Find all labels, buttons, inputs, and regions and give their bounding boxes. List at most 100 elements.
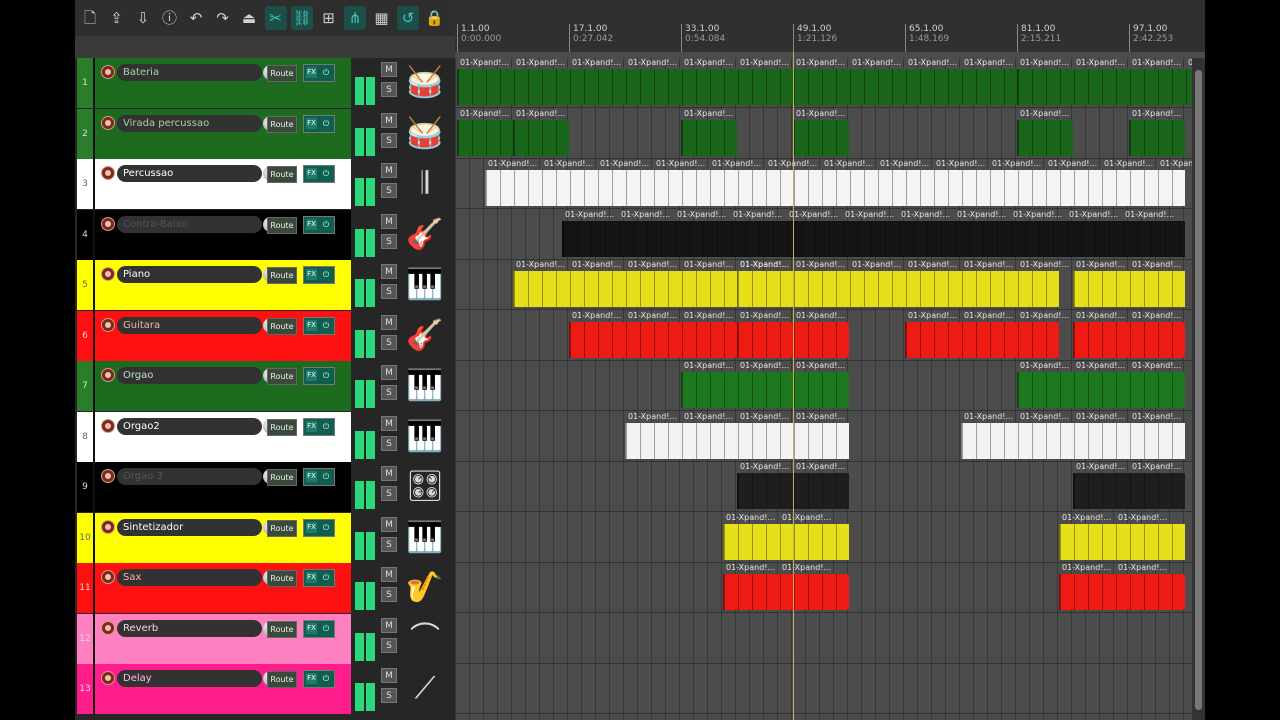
mute-button[interactable]: M	[381, 567, 397, 582]
route-button[interactable]: Route	[267, 671, 297, 688]
media-item[interactable]: 01-Xpand!...	[681, 109, 737, 156]
track-lane[interactable]: 01-Xpand!... 01-Xpand!... 01-Xpand!... 01-X…	[455, 260, 1192, 310]
route-button[interactable]: Route	[267, 216, 297, 234]
track-header[interactable]: Piano Route FX ⏻	[93, 260, 351, 310]
fx-chain-button[interactable]: FX ⏻	[303, 670, 335, 688]
route-button[interactable]: Route	[267, 469, 297, 486]
media-item[interactable]: 01-Xpand!... 01-Xpand!... 01-Xpand!...	[905, 311, 1069, 358]
track-lane[interactable]: 01-Xpand!... 01-Xpand!... 01-Xpand!... 01-X…	[455, 412, 1192, 462]
track-name-field[interactable]: Piano	[117, 266, 278, 283]
track-name-field[interactable]: Orgao2	[117, 417, 278, 435]
fx-bypass-icon[interactable]: ⏻	[320, 320, 332, 331]
mute-button[interactable]: M	[381, 365, 397, 380]
route-button[interactable]: Route	[267, 418, 297, 436]
undo-icon[interactable]: ↶	[185, 6, 207, 30]
track-header[interactable]: Delay Route FX ⏻	[93, 664, 351, 714]
record-arm-button[interactable]	[101, 65, 115, 79]
fx-chain-button[interactable]: FX ⏻	[303, 266, 335, 284]
split-tool-icon[interactable]: ✂	[264, 6, 287, 30]
media-item[interactable]: 01-Xpand!...01-Xpand!...01-Xpand!...01-X…	[961, 412, 1185, 459]
mute-button[interactable]: M	[381, 668, 397, 683]
track-lane[interactable]: 01-Xpand!... 01-Xpand!... 01-Xpand!... 01-X…	[455, 361, 1192, 411]
route-button[interactable]: Route	[267, 368, 297, 385]
info-icon[interactable]: ⓘ	[159, 6, 181, 30]
fx-bypass-icon[interactable]: ⏻	[320, 471, 332, 482]
solo-button[interactable]: S	[381, 486, 397, 501]
mute-button[interactable]: M	[381, 112, 397, 128]
solo-button[interactable]: S	[381, 688, 397, 703]
solo-button[interactable]: S	[381, 284, 397, 299]
track-header[interactable]: Guitara Route FX ⏻	[93, 310, 351, 361]
fx-bypass-icon[interactable]: ⏻	[320, 673, 332, 684]
export-icon[interactable]: ⇪	[106, 6, 128, 30]
fx-bypass-icon[interactable]: ⏻	[320, 118, 332, 129]
track-lane[interactable]: 01-Xpand!... 01-Xpand!... 01-Xpand!... 01-X…	[455, 58, 1192, 108]
route-button[interactable]: Route	[267, 267, 297, 284]
track-header[interactable]: Bateria Route FX ⏻	[93, 58, 351, 108]
record-arm-button[interactable]	[101, 216, 115, 231]
fx-bypass-icon[interactable]: ⏻	[320, 522, 332, 533]
mute-button[interactable]: M	[381, 213, 397, 229]
media-item[interactable]: 01-Xpand!... 01-Xpand!...	[723, 563, 849, 610]
track-row[interactable]: 3 Percussao Route FX ⏻ M S 𝄂	[75, 159, 455, 209]
fx-chain-button[interactable]: FX ⏻	[303, 619, 335, 638]
fx-bypass-icon[interactable]: ⏻	[320, 269, 332, 280]
media-item[interactable]: 01-Xpand!... 01-Xpand!... 01-Xpand!...	[681, 361, 849, 408]
track-header[interactable]: Contra-Baixo Route FX ⏻	[93, 209, 351, 260]
grid-icon[interactable]: ⊞	[318, 6, 340, 30]
record-arm-button[interactable]	[101, 671, 115, 685]
track-header[interactable]: Reverb Route FX ⏻	[93, 613, 351, 664]
mute-button[interactable]: M	[381, 415, 397, 431]
record-arm-button[interactable]	[101, 519, 115, 534]
track-row[interactable]: 4 Contra-Baixo Route FX ⏻ M S 🎸	[75, 209, 455, 260]
track-lane[interactable]	[455, 614, 1192, 664]
track-row[interactable]: 5 Piano Route FX ⏻ M S 🎹	[75, 260, 455, 310]
track-lane[interactable]: 01-Xpand!... 01-Xpand!... 01-Xpand!... 01-X…	[455, 563, 1192, 613]
track-header[interactable]: Orgao 3 Route FX ⏻	[93, 462, 351, 512]
timeline-ruler[interactable]: 1.1.00 0:00.000 17.1.00 0:27.042 33.1.00 0:54…	[455, 0, 1205, 52]
record-arm-button[interactable]	[101, 267, 115, 281]
fx-bypass-icon[interactable]: ⏻	[320, 67, 332, 78]
solo-button[interactable]: S	[381, 435, 397, 451]
media-item[interactable]: 01-Xpand!...01-Xpand!...01-Xpand!...01-X…	[625, 412, 849, 459]
record-arm-button[interactable]	[101, 418, 115, 433]
track-lane[interactable]: 01-Xpand!... 01-Xpand!... 01-Xpand!... 01-X…	[455, 462, 1192, 512]
media-item[interactable]: 01-Xpand!...	[1129, 109, 1185, 156]
track-name-field[interactable]: Virada percussao	[117, 114, 278, 132]
record-arm-button[interactable]	[101, 317, 115, 332]
import-icon[interactable]: ⇩	[132, 6, 154, 30]
mute-button[interactable]: M	[381, 163, 397, 178]
track-name-field[interactable]: Reverb	[117, 619, 278, 637]
track-row[interactable]: 8 Orgao2 Route FX ⏻ M S 🎹	[75, 411, 455, 462]
record-arm-button[interactable]	[101, 368, 115, 382]
fx-chain-button[interactable]: FX ⏻	[303, 165, 335, 183]
fx-chain-button[interactable]: FX ⏻	[303, 367, 335, 385]
fx-chain-button[interactable]: FX ⏻	[303, 518, 335, 537]
media-item[interactable]: 01-Xpand!...01-Xpand!...01-Xpand!...01-X…	[562, 210, 1185, 257]
mute-button[interactable]: M	[381, 314, 397, 330]
new-project-icon[interactable]: 🗋	[79, 6, 101, 30]
fx-bypass-icon[interactable]: ⏻	[320, 370, 332, 381]
route-button[interactable]: Route	[267, 570, 297, 587]
media-item[interactable]: 01-Xpand!...01-Xpand!...01-Xpand!...01-X…	[457, 58, 1017, 105]
solo-button[interactable]: S	[381, 233, 397, 249]
snap-icon[interactable]: ⋔	[344, 6, 366, 30]
solo-button[interactable]: S	[381, 334, 397, 350]
record-arm-button[interactable]	[101, 166, 115, 180]
solo-button[interactable]: S	[381, 587, 397, 602]
fx-bypass-icon[interactable]: ⏻	[320, 219, 332, 230]
media-item[interactable]: 01-Xpand!...	[513, 109, 569, 156]
envelope-grid-icon[interactable]: ▦	[371, 6, 393, 30]
record-arm-button[interactable]	[101, 115, 115, 130]
fx-bypass-icon[interactable]: ⏻	[320, 623, 332, 634]
fx-bypass-icon[interactable]: ⏻	[320, 572, 332, 583]
solo-button[interactable]: S	[381, 183, 397, 198]
track-header[interactable]: Sax Route FX ⏻	[93, 563, 351, 613]
track-row[interactable]: 12 Reverb Route FX ⏻ M S ⌒	[75, 613, 455, 664]
fx-chain-button[interactable]: FX ⏻	[303, 64, 335, 82]
track-header[interactable]: Orgao Route FX ⏻	[93, 361, 351, 411]
media-item[interactable]: 01-Xpand!...01-Xpand!...01-Xpand!...01-X…	[1017, 58, 1192, 105]
mute-button[interactable]: M	[381, 62, 397, 77]
media-item[interactable]: 01-Xpand!... 01-Xpand!...	[1059, 563, 1185, 610]
media-item[interactable]: 01-Xpand!... 01-Xpand!... 01-Xpand!...	[1017, 361, 1185, 408]
